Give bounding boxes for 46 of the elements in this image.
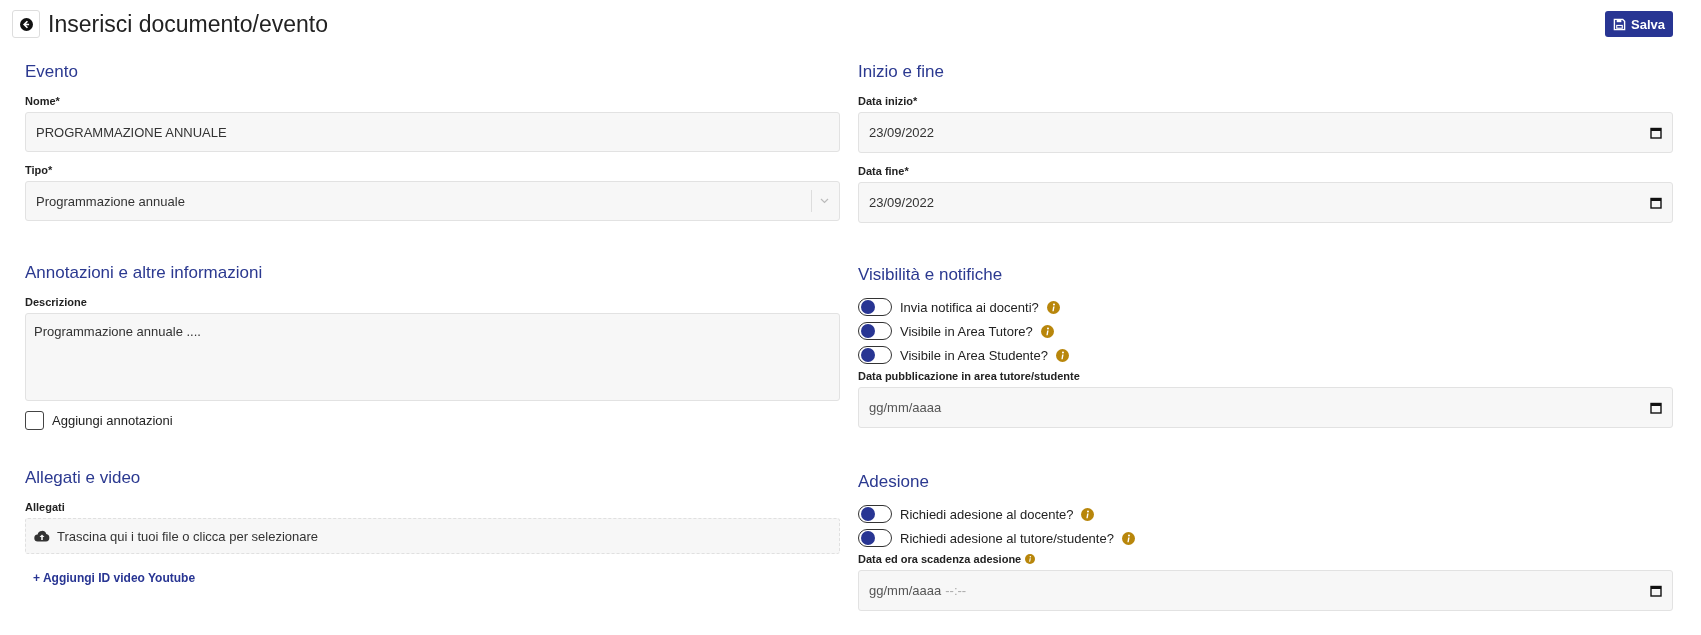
calendar-icon[interactable] — [1650, 584, 1662, 597]
calendar-icon[interactable] — [1650, 126, 1662, 139]
toggle-switch[interactable] — [858, 505, 892, 523]
back-arrow-icon — [19, 17, 33, 31]
toggle-switch[interactable] — [858, 322, 892, 340]
cloud-upload-icon — [34, 530, 50, 542]
section-heading: Adesione — [858, 472, 930, 492]
section-heading: Allegati e video — [25, 468, 142, 488]
field-label: Data ed ora scadenza adesione — [858, 553, 1022, 565]
toggle-label: Visibile in Area Studente? — [900, 347, 1048, 363]
text-field[interactable]: PROGRAMMAZIONE ANNUALE — [25, 112, 840, 152]
add-video-link[interactable]: + Aggiungi ID video Youtube — [25, 571, 196, 585]
toggle-label: Richiedi adesione al docente? — [900, 506, 1074, 522]
checkbox-label: Aggiungi annotazioni — [52, 413, 173, 428]
toggle-label: Invia notifica ai docenti? — [900, 299, 1039, 315]
checkbox[interactable] — [25, 411, 44, 430]
field-label: Data inizio* — [858, 95, 918, 107]
toggle-label: Visibile in Area Tutore? — [900, 323, 1033, 339]
date-field[interactable]: gg/mm/aaaa --:-- — [858, 570, 1673, 611]
section-heading: Annotazioni e altre informazioni — [25, 263, 264, 283]
date-field[interactable]: 23/09/2022 — [858, 112, 1673, 153]
toggle-switch[interactable] — [858, 298, 892, 316]
save-icon — [1613, 17, 1626, 31]
field-label: Allegati — [25, 501, 65, 513]
date-field[interactable]: 23/09/2022 — [858, 182, 1673, 223]
back-button[interactable] — [12, 10, 40, 38]
section-heading: Evento — [25, 62, 79, 82]
section-heading: Visibilità e notifiche — [858, 265, 1004, 285]
field-label: Data fine* — [858, 165, 909, 177]
description-textarea[interactable]: Programmazione annuale .... — [25, 313, 840, 401]
field-label: Nome* — [25, 95, 60, 107]
toggle-switch[interactable] — [858, 346, 892, 364]
date-field[interactable]: gg/mm/aaaa — [858, 387, 1673, 428]
chevron-down-icon — [820, 198, 829, 204]
section-heading: Inizio e fine — [858, 62, 945, 82]
save-button[interactable]: Salva — [1605, 11, 1673, 37]
field-label: Data pubblicazione in area tutore/studente — [858, 370, 1080, 382]
calendar-icon[interactable] — [1650, 401, 1662, 414]
field-label: Tipo* — [25, 164, 53, 176]
file-dropzone[interactable]: Trascina qui i tuoi file o clicca per selezionare — [25, 518, 840, 554]
toggle-switch[interactable] — [858, 529, 892, 547]
toggle-label: Richiedi adesione al tutore/studente? — [900, 530, 1114, 546]
calendar-icon[interactable] — [1650, 196, 1662, 209]
select-field[interactable]: Programmazione annuale — [25, 181, 840, 221]
field-label: Descrizione — [25, 296, 87, 308]
page-title: Inserisci documento/evento — [48, 10, 328, 38]
